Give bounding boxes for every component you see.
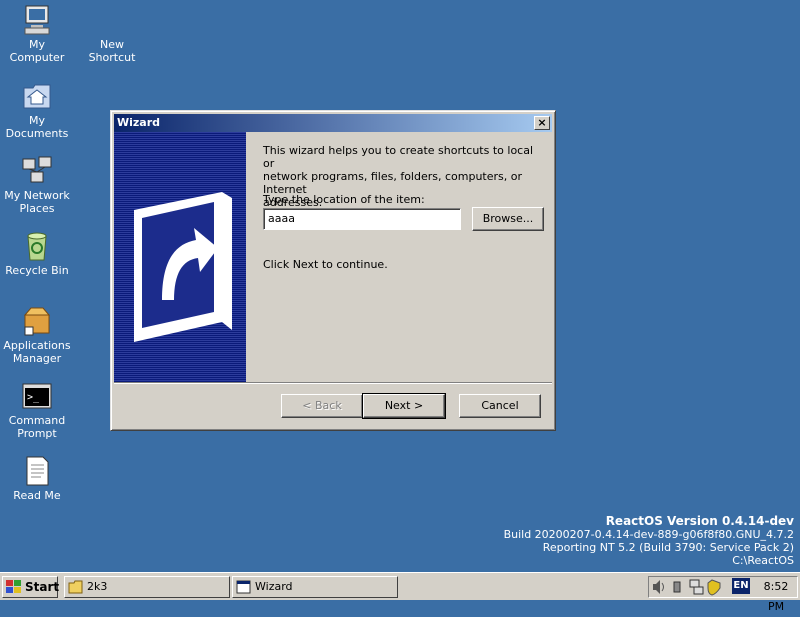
continue-text: Click Next to continue.	[263, 258, 388, 271]
icon-label: Read Me	[13, 489, 61, 502]
start-logo-icon	[6, 580, 21, 593]
desktop-icon-my-network-places[interactable]: My Network Places	[0, 155, 74, 215]
taskbar-button-wizard[interactable]: Wizard	[232, 576, 398, 598]
icon-label: Documents	[5, 127, 69, 140]
icon-label: My	[28, 114, 45, 127]
desktop-icon-new-shortcut[interactable]: New Shortcut	[75, 38, 149, 64]
volume-icon[interactable]	[653, 580, 664, 594]
icon-label: Manager	[12, 352, 62, 365]
browse-button[interactable]: Browse...	[472, 207, 544, 231]
version-title: ReactOS Version 0.4.14-dev	[605, 514, 794, 528]
wizard-separator	[114, 382, 552, 384]
icon-label: Recycle Bin	[5, 264, 69, 277]
read-me-icon	[21, 455, 53, 487]
icon-label: Prompt	[17, 427, 57, 440]
icon-label: Command	[8, 414, 66, 427]
icon-label: My Network	[4, 189, 70, 202]
start-button[interactable]: Start	[2, 576, 60, 598]
icon-label: Shortcut	[88, 51, 136, 64]
window-title: Wizard	[117, 116, 161, 129]
task-label: 2k3	[87, 580, 108, 593]
network-icon[interactable]	[689, 579, 704, 595]
intro-line: This wizard helps you to create shortcut…	[263, 144, 534, 170]
window-icon	[236, 580, 251, 594]
security-icon[interactable]	[707, 579, 721, 596]
desktop-icon-command-prompt[interactable]: >_ Command Prompt	[0, 380, 74, 440]
shortcut-arrow-icon	[134, 192, 232, 342]
taskbar-button-2k3[interactable]: 2k3	[64, 576, 230, 598]
wizard-titlebar[interactable]: Wizard ×	[114, 114, 552, 132]
network-places-icon	[21, 155, 53, 187]
icon-label: My	[28, 38, 45, 51]
wizard-banner	[114, 132, 246, 382]
folder-icon	[68, 580, 83, 594]
desktop-icon-applications-manager[interactable]: Applications Manager	[0, 305, 74, 365]
location-label: Type the location of the item:	[263, 193, 425, 206]
my-computer-icon	[21, 4, 53, 36]
svg-text:>_: >_	[27, 392, 40, 403]
wizard-window[interactable]: Wizard × This wizard helps you to create…	[110, 110, 556, 431]
icon-label: Places	[19, 202, 55, 215]
start-label: Start	[25, 580, 60, 594]
version-reporting: Reporting NT 5.2 (Build 3790: Service Pa…	[542, 541, 794, 554]
power-icon[interactable]	[673, 581, 681, 593]
command-prompt-icon: >_	[21, 380, 53, 412]
icon-label: New	[100, 38, 124, 51]
location-input[interactable]: aaaa	[263, 208, 461, 230]
system-tray: EN 8:52 PM	[648, 576, 798, 613]
next-button[interactable]: Next >	[362, 393, 446, 419]
version-build: Build 20200207-0.4.14-dev-889-g06f8f80.G…	[503, 528, 794, 541]
back-button[interactable]: < Back	[281, 394, 363, 418]
version-path: C:\ReactOS	[732, 554, 794, 567]
my-documents-icon	[21, 80, 53, 112]
language-indicator[interactable]: EN	[732, 578, 750, 594]
desktop-icon-read-me[interactable]: Read Me	[0, 455, 74, 502]
version-info: ReactOS Version 0.4.14-dev Build 2020020…	[503, 514, 794, 568]
close-button[interactable]: ×	[534, 116, 550, 130]
desktop-icon-my-documents[interactable]: My Documents	[0, 80, 74, 140]
recycle-bin-icon	[21, 230, 53, 262]
applications-manager-icon	[21, 305, 53, 337]
taskbar: Start 2k3 Wizard EN 8:52 PM	[0, 572, 800, 613]
task-label: Wizard	[255, 580, 293, 593]
cancel-button[interactable]: Cancel	[459, 394, 541, 418]
desktop-icon-recycle-bin[interactable]: Recycle Bin	[0, 230, 74, 277]
clock[interactable]: 8:52 PM	[755, 577, 797, 617]
desktop-icon-my-computer[interactable]: My Computer	[0, 4, 74, 64]
icon-label: Applications	[3, 339, 71, 352]
tray-icons	[653, 579, 721, 596]
icon-label: Computer	[9, 51, 65, 64]
